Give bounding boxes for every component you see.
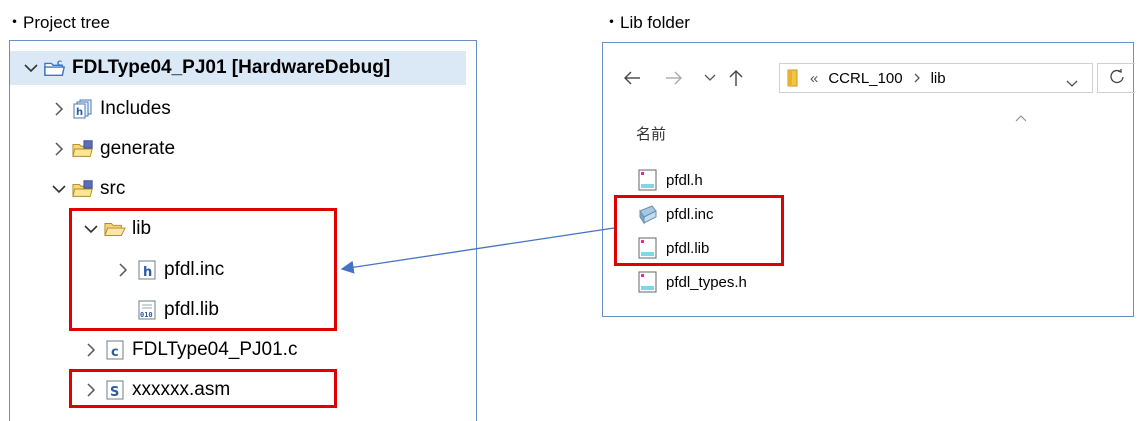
link-arrow <box>340 227 615 274</box>
